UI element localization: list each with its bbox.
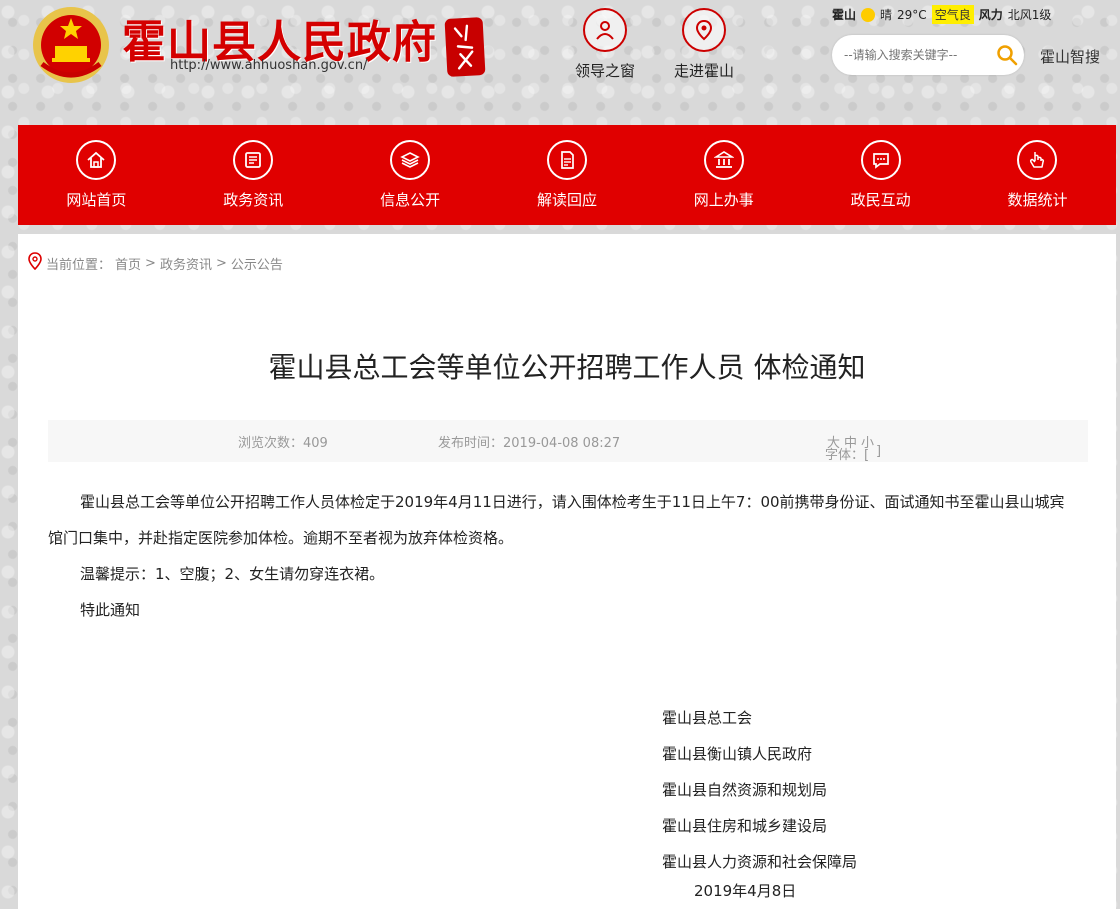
font-size-label: 字体：[ <box>825 448 870 463</box>
nav-statistics[interactable]: 数据统计 <box>967 140 1107 210</box>
layers-icon <box>390 140 431 180</box>
main-nav: 网站首页 政务资讯 信息公开 解读回应 网上办事 政民互动 数据统计 <box>18 125 1116 225</box>
nav-interpretation-label: 解读回应 <box>536 191 597 209</box>
font-size-end: ] <box>876 444 882 459</box>
search-box <box>832 35 1024 75</box>
person-icon <box>583 8 627 52</box>
explore-huoshan-label: 走进霍山 <box>673 62 734 80</box>
signer: 霍山县自然资源和规划局 <box>662 781 828 799</box>
article-title: 霍山县总工会等单位公开招聘工作人员 体检通知 <box>268 351 866 384</box>
article-body: 霍山县总工会等单位公开招聘工作人员体检定于2019年4月11日进行，请入围体检考… <box>48 484 1078 628</box>
search-input[interactable] <box>842 47 986 63</box>
publish-time: 发布时间：2019-04-08 08:27 <box>438 436 621 451</box>
signer: 霍山县衡山镇人民政府 <box>662 745 813 763</box>
site-header: 霍山县人民政府 http://www.ahhuoshan.gov.cn/ 领导之… <box>0 0 1120 124</box>
leaders-window-label: 领导之窗 <box>574 62 635 80</box>
breadcrumb-news[interactable]: 政务资讯 <box>160 254 212 273</box>
signer: 霍山县人力资源和社会保障局 <box>662 853 858 871</box>
nav-home-label: 网站首页 <box>66 191 127 209</box>
air-quality-badge: 空气良 <box>931 5 974 24</box>
document-icon <box>546 140 587 180</box>
font-size-control: 字体：[大中小] <box>825 432 881 463</box>
explore-huoshan-link[interactable]: 走进霍山 <box>659 8 749 81</box>
bank-icon <box>703 140 744 180</box>
article-paragraph: 特此通知 <box>80 601 141 619</box>
signer: 霍山县总工会 <box>662 709 753 727</box>
article-paragraph: 温馨提示：1、空腹；2、女生请勿穿连衣裙。 <box>80 565 385 583</box>
view-count: 浏览次数：409 <box>238 436 328 451</box>
nav-disclosure-label: 信息公开 <box>380 191 441 209</box>
smart-search-link[interactable]: 霍山智搜 <box>1040 46 1100 67</box>
signer: 霍山县住房和城乡建设局 <box>662 817 828 835</box>
location-pin-icon <box>682 8 726 52</box>
nav-news[interactable]: 政务资讯 <box>183 140 323 210</box>
location-pin-icon <box>28 252 42 274</box>
home-icon <box>76 140 117 180</box>
article-meta: 浏览次数：409 发布时间：2019-04-08 08:27 字体：[大中小] <box>48 420 1088 463</box>
newspaper-icon <box>233 140 274 180</box>
calligraphy-seal-logo <box>444 17 486 77</box>
wind-label: 风力 <box>978 8 1003 22</box>
breadcrumb-separator: > <box>215 255 227 271</box>
breadcrumb-separator: > <box>145 255 156 271</box>
chat-icon <box>860 140 901 180</box>
hand-pointer-icon <box>1017 140 1058 180</box>
nav-interpretation[interactable]: 解读回应 <box>497 140 637 210</box>
nav-online-services[interactable]: 网上办事 <box>654 140 794 210</box>
nav-home[interactable]: 网站首页 <box>26 140 166 210</box>
weather-city: 霍山 <box>832 8 857 22</box>
weather-temperature: 29°C <box>897 7 927 22</box>
signature-date: 2019年4月8日 <box>694 882 797 900</box>
nav-online-services-label: 网上办事 <box>693 191 754 209</box>
nav-disclosure[interactable]: 信息公开 <box>340 140 480 210</box>
nav-interaction[interactable]: 政民互动 <box>811 140 951 210</box>
breadcrumb: 当前位置： 首页 > 政务资讯 > 公示公告 <box>28 252 283 274</box>
site-url: http://www.ahhuoshan.gov.cn/ <box>170 58 368 73</box>
article-paragraph: 霍山县总工会等单位公开招聘工作人员体检定于2019年4月11日进行，请入围体检考… <box>48 493 1065 547</box>
breadcrumb-prefix: 当前位置： <box>46 257 112 273</box>
breadcrumb-announcements[interactable]: 公示公告 <box>231 254 283 273</box>
article-panel: 当前位置： 首页 > 政务资讯 > 公示公告 霍山县总工会等单位公开招聘工作人员… <box>18 234 1116 909</box>
breadcrumb-home[interactable]: 首页 <box>115 254 141 273</box>
nav-news-label: 政务资讯 <box>223 191 284 209</box>
leaders-window-link[interactable]: 领导之窗 <box>560 8 650 81</box>
national-emblem-icon <box>30 4 112 86</box>
weather-condition: 晴 <box>880 8 893 22</box>
search-icon[interactable] <box>992 40 1022 70</box>
wind-value: 北风1级 <box>1007 8 1052 22</box>
signer-list: 霍山县总工会 霍山县衡山镇人民政府 霍山县自然资源和规划局 霍山县住房和城乡建设… <box>662 700 857 880</box>
nav-statistics-label: 数据统计 <box>1007 191 1068 209</box>
weather-widget: 霍山 晴 29°C 空气良 风力 北风1级 <box>832 5 1051 24</box>
nav-interaction-label: 政民互动 <box>850 191 911 209</box>
sun-icon <box>861 7 876 22</box>
